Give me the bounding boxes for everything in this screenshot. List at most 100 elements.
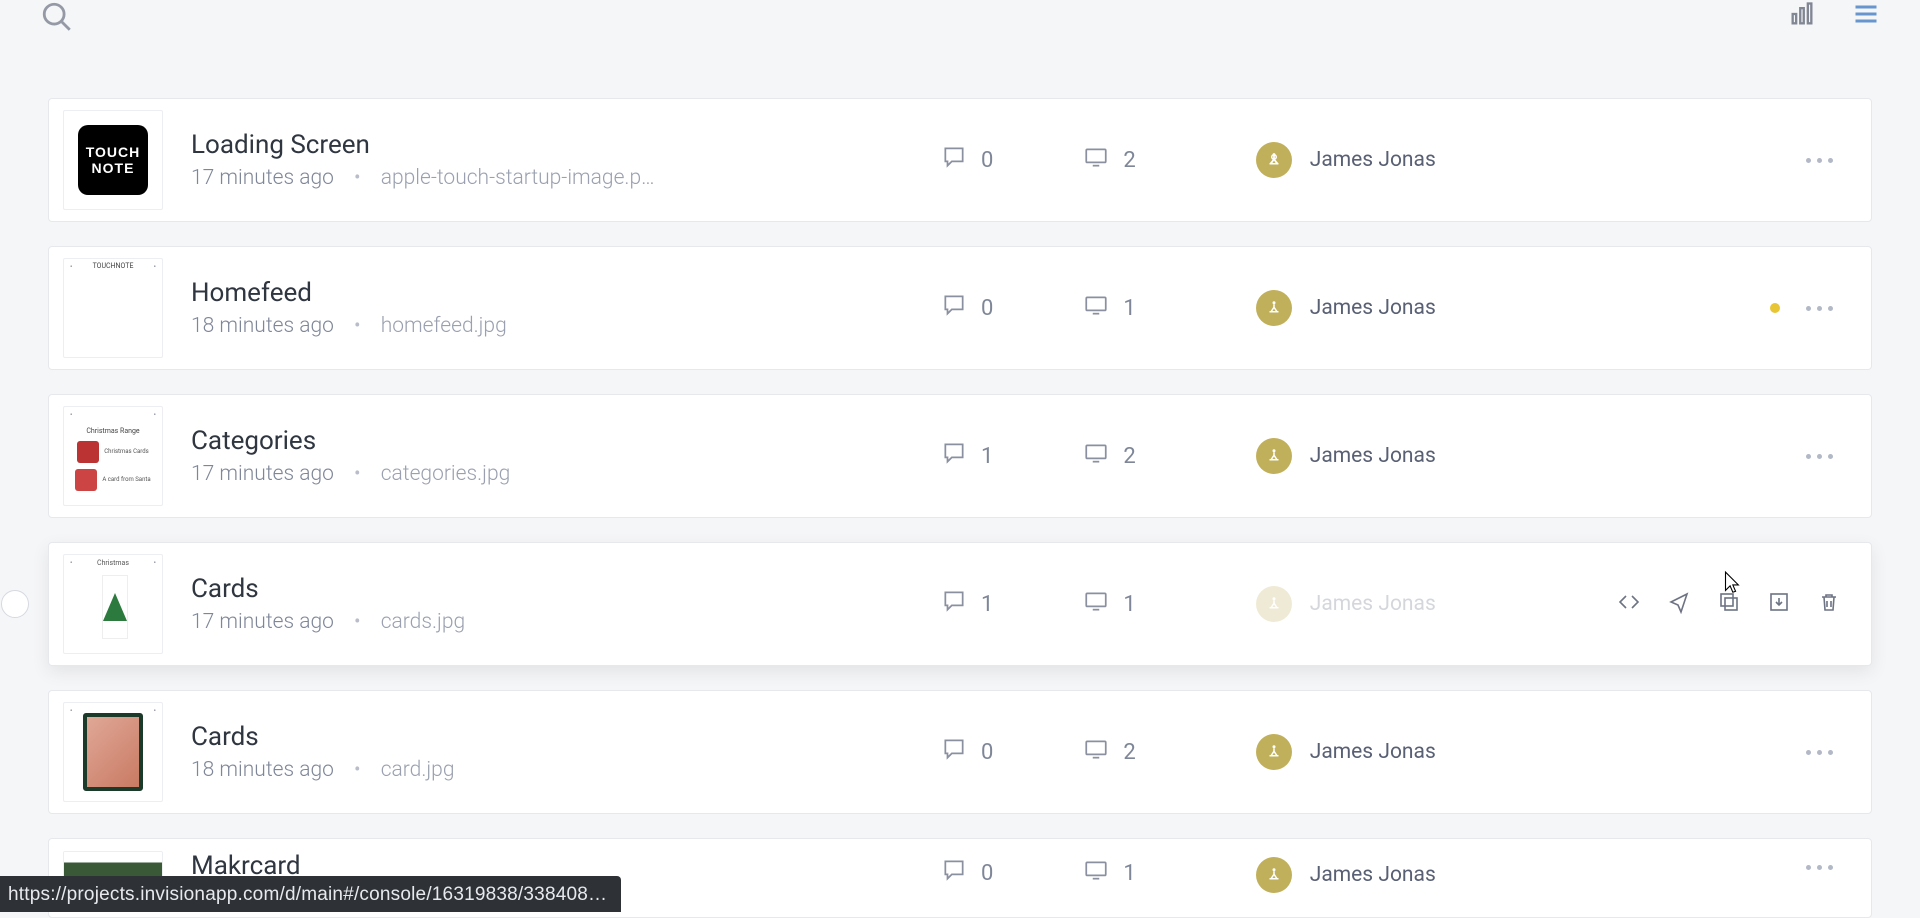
screen-title: Cards <box>191 574 661 604</box>
comments-value: 0 <box>981 861 993 886</box>
screen-row[interactable]: •• Christmas Range Christmas Cards A car… <box>48 394 1872 518</box>
title-block: Cards 17 minutes ago • cards.jpg <box>191 574 661 634</box>
title-block: Categories 17 minutes ago • categories.j… <box>191 426 661 486</box>
comments-count[interactable]: 0 <box>941 736 993 768</box>
screens-count[interactable]: 2 <box>1083 736 1135 768</box>
comments-value: 0 <box>981 148 993 173</box>
comment-icon <box>941 857 967 889</box>
author[interactable]: James Jonas <box>1256 586 1556 622</box>
comment-icon <box>941 736 967 768</box>
screens-count[interactable]: 2 <box>1083 440 1135 472</box>
comments-value: 0 <box>981 296 993 321</box>
screen-row[interactable]: TOUCH NOTE Loading Screen 17 minutes ago… <box>48 98 1872 222</box>
filename: cards.jpg <box>381 610 465 634</box>
author[interactable]: James Jonas <box>1256 734 1556 770</box>
status-dot <box>1770 303 1780 313</box>
code-icon[interactable] <box>1617 590 1641 618</box>
screen-row[interactable]: •• Christmas Cards 17 minutes ago • card… <box>48 542 1872 666</box>
archive-icon[interactable] <box>1767 590 1791 618</box>
comments-count[interactable]: 0 <box>941 292 993 324</box>
timestamp: 17 minutes ago <box>191 610 334 634</box>
screens-list: TOUCH NOTE Loading Screen 17 minutes ago… <box>0 38 1920 918</box>
browser-status-url: https://projects.invisionapp.com/d/main#… <box>0 876 621 912</box>
more-button[interactable] <box>1798 298 1841 319</box>
avatar <box>1256 438 1292 474</box>
thumb-text: NOTE <box>92 160 135 176</box>
comment-icon <box>941 292 967 324</box>
screens-value: 1 <box>1123 592 1135 617</box>
screens-count[interactable]: 1 <box>1083 292 1135 324</box>
screen-row[interactable]: •• Cards 18 minutes ago • card.jpg 0 2 J… <box>48 690 1872 814</box>
more-button[interactable] <box>1798 150 1841 171</box>
screen-icon <box>1083 736 1109 768</box>
timestamp: 18 minutes ago <box>191 314 334 338</box>
share-icon[interactable] <box>1667 590 1691 618</box>
screen-title: Loading Screen <box>191 130 661 160</box>
screen-title: Cards <box>191 722 661 752</box>
screen-row[interactable]: •• TOUCHNOTE Homefeed 18 minutes ago • h… <box>48 246 1872 370</box>
thumbnail: •• TOUCHNOTE <box>63 258 163 358</box>
screens-value: 1 <box>1123 296 1135 321</box>
more-button[interactable] <box>1798 857 1841 878</box>
screen-icon <box>1083 292 1109 324</box>
author-name: James Jonas <box>1310 296 1436 320</box>
screens-value: 2 <box>1123 444 1135 469</box>
title-block: Homefeed 18 minutes ago • homefeed.jpg <box>191 278 661 338</box>
more-button[interactable] <box>1798 446 1841 467</box>
separator: • <box>354 758 361 782</box>
thumb-text: Christmas Cards <box>104 449 149 456</box>
comment-icon <box>941 144 967 176</box>
copy-icon[interactable] <box>1717 590 1741 618</box>
screens-count[interactable]: 1 <box>1083 857 1135 889</box>
screen-title: Categories <box>191 426 661 456</box>
avatar <box>1256 857 1292 893</box>
comments-count[interactable]: 1 <box>941 440 993 472</box>
timestamp: 18 minutes ago <box>191 758 334 782</box>
author-name: James Jonas <box>1310 592 1436 616</box>
thumbnail: •• <box>63 702 163 802</box>
comments-count[interactable]: 1 <box>941 588 993 620</box>
stats-icon[interactable] <box>1788 0 1816 32</box>
separator: • <box>354 166 361 190</box>
timestamp: 17 minutes ago <box>191 166 334 190</box>
author[interactable]: James Jonas <box>1256 290 1556 326</box>
filename: categories.jpg <box>381 462 511 486</box>
more-button[interactable] <box>1798 742 1841 763</box>
delete-icon[interactable] <box>1817 590 1841 618</box>
comments-value: 1 <box>981 444 993 469</box>
timestamp: 17 minutes ago <box>191 462 334 486</box>
separator: • <box>354 462 361 486</box>
top-bar <box>0 0 1920 38</box>
filename: apple-touch-startup-image.p… <box>381 166 655 190</box>
search[interactable] <box>40 0 74 38</box>
author[interactable]: James Jonas <box>1256 438 1556 474</box>
thumbnail: •• Christmas Range Christmas Cards A car… <box>63 406 163 506</box>
thumbnail: •• Christmas <box>63 554 163 654</box>
screens-count[interactable]: 2 <box>1083 144 1135 176</box>
author-name: James Jonas <box>1310 863 1436 887</box>
author[interactable]: James Jonas <box>1256 857 1556 893</box>
comment-icon <box>941 440 967 472</box>
thumb-text: A card from Santa <box>102 477 150 484</box>
comments-count[interactable]: 0 <box>941 144 993 176</box>
filename: card.jpg <box>381 758 455 782</box>
comments-count[interactable]: 0 <box>941 857 993 889</box>
screen-title: Homefeed <box>191 278 661 308</box>
screen-icon <box>1083 144 1109 176</box>
screens-value: 1 <box>1123 861 1135 886</box>
avatar <box>1256 142 1292 178</box>
screens-count[interactable]: 1 <box>1083 588 1135 620</box>
title-block: Loading Screen 17 minutes ago • apple-to… <box>191 130 661 190</box>
avatar <box>1256 586 1292 622</box>
separator: • <box>354 314 361 338</box>
avatar <box>1256 290 1292 326</box>
menu-icon[interactable] <box>1852 0 1880 32</box>
comments-value: 1 <box>981 592 993 617</box>
title-block: Cards 18 minutes ago • card.jpg <box>191 722 661 782</box>
screens-value: 2 <box>1123 740 1135 765</box>
thumb-text: TOUCH <box>86 144 141 160</box>
row-actions <box>1617 590 1841 618</box>
comment-icon <box>941 588 967 620</box>
search-icon <box>40 0 74 38</box>
author[interactable]: James Jonas <box>1256 142 1556 178</box>
